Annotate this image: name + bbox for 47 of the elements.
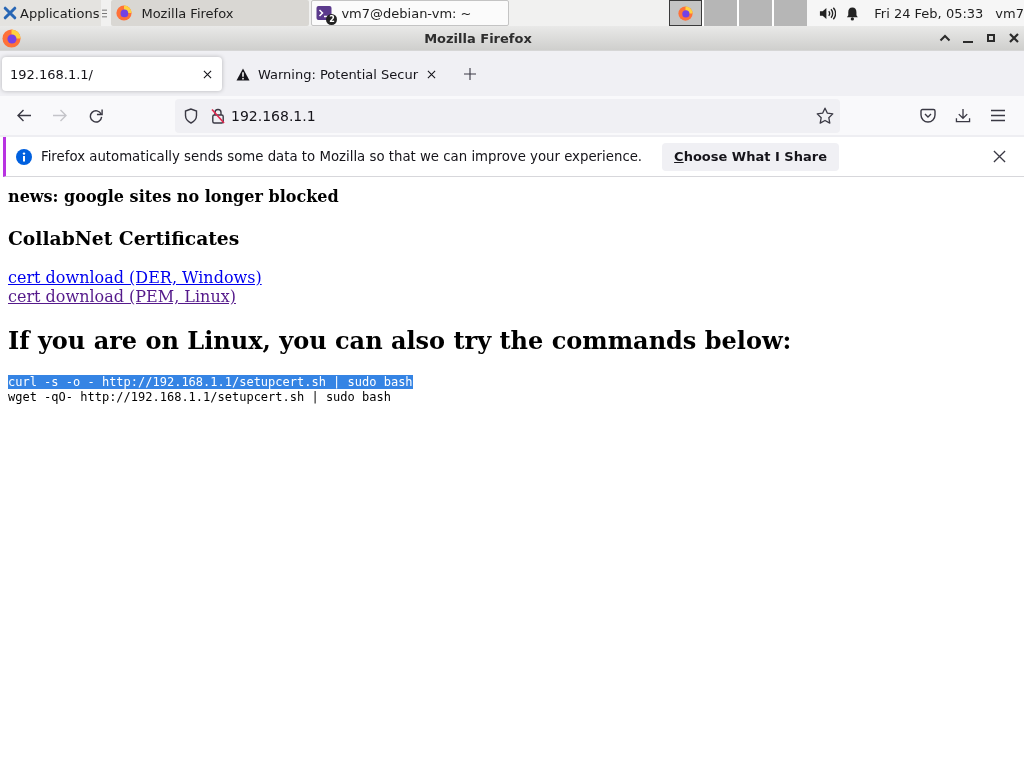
clock-text[interactable]: Fri 24 Feb, 05:33 — [874, 5, 984, 21]
address-field[interactable]: 192.168.1.1 — [175, 98, 840, 133]
menu-icon — [990, 108, 1006, 123]
browser-tab[interactable]: Warning: Potential Secur — [226, 57, 447, 91]
news-heading: news: google sites no longer blocked — [8, 187, 340, 206]
plus-icon — [464, 68, 477, 80]
caret-up-icon — [939, 34, 951, 42]
bell-icon[interactable] — [845, 5, 859, 21]
close-icon — [426, 69, 436, 79]
maximize-icon — [987, 34, 995, 42]
round-logo-icon — [116, 5, 133, 21]
left-arrow-icon — [16, 108, 32, 123]
close-icon — [202, 69, 212, 79]
close-icon — [992, 150, 1006, 163]
taskbar-window-button[interactable]: Mozilla Firefox — [111, 0, 310, 26]
terminal-icon — [316, 5, 333, 21]
applications-menu[interactable]: Applications — [0, 0, 102, 26]
command-text: wget -qO- http://192.168.1.1/setupcert.sh | sudo bash — [8, 390, 391, 404]
count-badge: 2 — [326, 14, 338, 25]
section-heading: CollabNet Certificates — [8, 227, 241, 249]
notification-message: Firefox automatically sends some data to Mozilla so that we can improve your experience. — [41, 149, 643, 164]
close-icon — [1009, 33, 1019, 43]
download-link[interactable]: cert download (PEM, Linux) — [8, 287, 236, 306]
pouch-icon — [920, 108, 936, 123]
browser-tab[interactable]: 192.168.1.1/ — [2, 57, 222, 91]
crossed-lock-icon[interactable] — [211, 107, 225, 124]
info-icon — [16, 148, 32, 165]
star-icon[interactable] — [816, 107, 834, 124]
reload-icon — [88, 108, 104, 123]
window-title: Mozilla Firefox — [424, 30, 532, 46]
right-arrow-icon — [52, 108, 68, 123]
share-settings-button[interactable]: Choose What I Share — [662, 142, 839, 171]
speaker-icon[interactable] — [819, 5, 836, 21]
download-icon — [955, 108, 971, 123]
command-text: curl -s -o - http://192.168.1.1/setupcert.sh | sudo bash — [8, 375, 413, 389]
warning-icon — [236, 67, 250, 81]
round-logo-icon — [678, 5, 693, 21]
x-logo-icon — [3, 6, 17, 20]
minimize-icon — [963, 41, 973, 43]
commands-heading: If you are on Linux, you can also try the commands below: — [8, 327, 793, 355]
user-name[interactable]: vm7 — [995, 5, 1024, 21]
shield-icon[interactable] — [184, 107, 198, 124]
taskbar-window-button[interactable]: 2 vm7@debian-vm: ~ — [311, 0, 510, 26]
workspace-button[interactable] — [669, 0, 702, 26]
round-logo-icon — [2, 28, 21, 48]
grip-handle-icon — [102, 8, 108, 18]
download-link[interactable]: cert download (DER, Windows) — [8, 268, 262, 287]
